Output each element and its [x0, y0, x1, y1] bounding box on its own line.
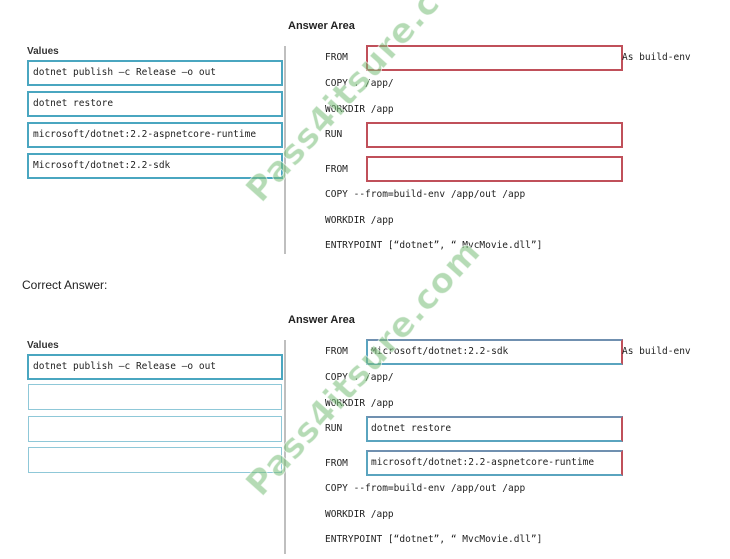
from-keyword-1: FROM — [325, 346, 348, 357]
run-keyword: RUN — [325, 129, 343, 140]
workdir-line-1: WORKDIR /app — [325, 104, 394, 115]
from-keyword-2: FROM — [325, 458, 348, 469]
copy-line-2: COPY --from=build-env /app/out /app — [325, 189, 526, 200]
value-item-publish[interactable]: dotnet publish –c Release –o out — [27, 60, 283, 86]
entrypoint-line: ENTRYPOINT [“dotnet”, “ MvcMovie.dll”] — [325, 240, 543, 251]
workdir-line-2: WORKDIR /app — [325, 509, 394, 520]
value-item-runtime[interactable]: microsoft/dotnet:2.2-aspnetcore-runtime — [27, 122, 283, 148]
divider — [284, 340, 286, 554]
divider — [284, 46, 286, 254]
as-build-env-label: As build-env — [622, 346, 691, 357]
value-item-restore[interactable]: dotnet restore — [27, 91, 283, 117]
answer-area-title: Answer Area — [288, 20, 355, 32]
drop-slot-from-build[interactable] — [366, 45, 623, 71]
correct-answer-label: Correct Answer: — [22, 278, 108, 292]
answer-area-title: Answer Area — [288, 314, 355, 326]
workdir-line-2: WORKDIR /app — [325, 215, 394, 226]
run-keyword: RUN — [325, 423, 343, 434]
workdir-line-1: WORKDIR /app — [325, 398, 394, 409]
copy-line-1: COPY . /app/ — [325, 372, 394, 383]
filled-slot-from-runtime[interactable]: microsoft/dotnet:2.2-aspnetcore-runtime — [366, 450, 623, 476]
value-item-sdk[interactable]: Microsoft/dotnet:2.2-sdk — [27, 153, 283, 179]
value-item-empty — [28, 384, 282, 410]
value-item-empty — [28, 447, 282, 473]
value-item-publish[interactable]: dotnet publish –c Release –o out — [27, 354, 283, 380]
values-label: Values — [27, 340, 59, 351]
values-label: Values — [27, 46, 59, 57]
value-item-empty — [28, 416, 282, 442]
entrypoint-line: ENTRYPOINT [“dotnet”, “ MvcMovie.dll”] — [325, 534, 543, 545]
drop-slot-run[interactable] — [366, 122, 623, 148]
copy-line-2: COPY --from=build-env /app/out /app — [325, 483, 526, 494]
as-build-env-label: As build-env — [622, 52, 691, 63]
drop-slot-from-runtime[interactable] — [366, 156, 623, 182]
filled-slot-from-build[interactable]: Microsoft/dotnet:2.2-sdk — [366, 339, 623, 365]
copy-line-1: COPY . /app/ — [325, 78, 394, 89]
from-keyword-1: FROM — [325, 52, 348, 63]
from-keyword-2: FROM — [325, 164, 348, 175]
filled-slot-run[interactable]: dotnet restore — [366, 416, 623, 442]
